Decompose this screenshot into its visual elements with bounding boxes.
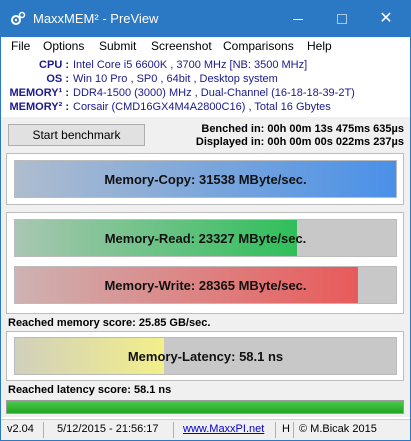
status-divider: [293, 422, 294, 438]
website-link[interactable]: www.MaxxPI.net: [183, 423, 264, 435]
app-window: MaxxMEM² - PreView ✕ File Options Submit…: [0, 0, 411, 441]
maximize-icon: [337, 14, 347, 24]
menu-submit[interactable]: Submit: [99, 39, 136, 53]
info-value: Win 10 Pro , SP0 , 64bit , Desktop syste…: [73, 73, 278, 85]
status-datetime: 5/12/2015 - 21:56:17: [57, 423, 159, 435]
benchmark-progress-fill: [7, 401, 403, 413]
memory-read-label: Memory-Read: 23327 MByte/sec.: [104, 230, 307, 246]
memory-score: Reached memory score: 25.85 GB/sec.: [8, 317, 211, 329]
status-bar: v2.04 5/12/2015 - 21:56:17 www.MaxxPI.ne…: [1, 419, 410, 440]
memory-read-bar: Memory-Read: 23327 MByte/sec.: [14, 219, 397, 257]
menu-comparisons[interactable]: Comparisons: [223, 39, 294, 53]
info-label: MEMORY² :: [9, 101, 69, 113]
menu-bar: File Options Submit Screenshot Compariso…: [1, 37, 410, 57]
close-button[interactable]: ✕: [364, 1, 408, 37]
close-icon: ✕: [379, 10, 393, 27]
status-version: v2.04: [7, 423, 34, 435]
start-benchmark-button[interactable]: Start benchmark: [8, 124, 145, 146]
info-label: OS :: [46, 73, 69, 85]
status-divider: [173, 422, 174, 438]
info-label: CPU :: [39, 59, 69, 71]
minimize-icon: [293, 18, 303, 20]
app-gear-icon: [11, 11, 26, 25]
menu-options[interactable]: Options: [43, 39, 84, 53]
menu-screenshot[interactable]: Screenshot: [151, 39, 212, 53]
minimize-button[interactable]: [276, 1, 320, 37]
latency-score: Reached latency score: 58.1 ns: [8, 384, 172, 396]
window-title: MaxxMEM² - PreView: [33, 11, 159, 26]
info-label: MEMORY¹ :: [9, 87, 69, 99]
benchmark-panel: Start benchmark Benched in: 00h 00m 13s …: [1, 117, 410, 417]
system-info: CPU : Intel Core i5 6600K , 3700 MHz [NB…: [1, 57, 410, 115]
memory-write-bar: Memory-Write: 28365 MByte/sec.: [14, 266, 397, 304]
maximize-button[interactable]: [320, 1, 364, 37]
menu-file[interactable]: File: [11, 39, 30, 53]
info-value: Intel Core i5 6600K , 3700 MHz [NB: 3500…: [73, 59, 308, 71]
read-write-group: Memory-Read: 23327 MByte/sec. Memory-Wri…: [6, 212, 404, 314]
copy-group: Memory-Copy: 31538 MByte/sec.: [6, 153, 404, 205]
info-value: DDR4-1500 (3000) MHz , Dual-Channel (16-…: [73, 87, 355, 99]
benched-time: Benched in: 00h 00m 13s 475ms 635µs: [201, 123, 404, 135]
memory-copy-label: Memory-Copy: 31538 MByte/sec.: [104, 171, 307, 187]
status-copyright: © M.Bicak 2015: [299, 423, 377, 435]
memory-latency-label: Memory-Latency: 58.1 ns: [127, 348, 284, 364]
status-divider: [43, 422, 44, 438]
status-divider: [275, 422, 276, 438]
info-value: Corsair (CMD16GX4M4A2800C16) , Total 16 …: [73, 101, 331, 113]
menu-help[interactable]: Help: [307, 39, 332, 53]
latency-group: Memory-Latency: 58.1 ns: [6, 331, 404, 381]
status-mode: H: [282, 423, 290, 435]
memory-copy-bar: Memory-Copy: 31538 MByte/sec.: [14, 160, 397, 198]
benchmark-progress: [6, 400, 404, 414]
displayed-time: Displayed in: 00h 00m 00s 022ms 237µs: [195, 136, 404, 148]
memory-write-label: Memory-Write: 28365 MByte/sec.: [104, 277, 307, 293]
title-bar[interactable]: MaxxMEM² - PreView ✕: [1, 1, 410, 37]
memory-latency-bar: Memory-Latency: 58.1 ns: [14, 337, 397, 375]
